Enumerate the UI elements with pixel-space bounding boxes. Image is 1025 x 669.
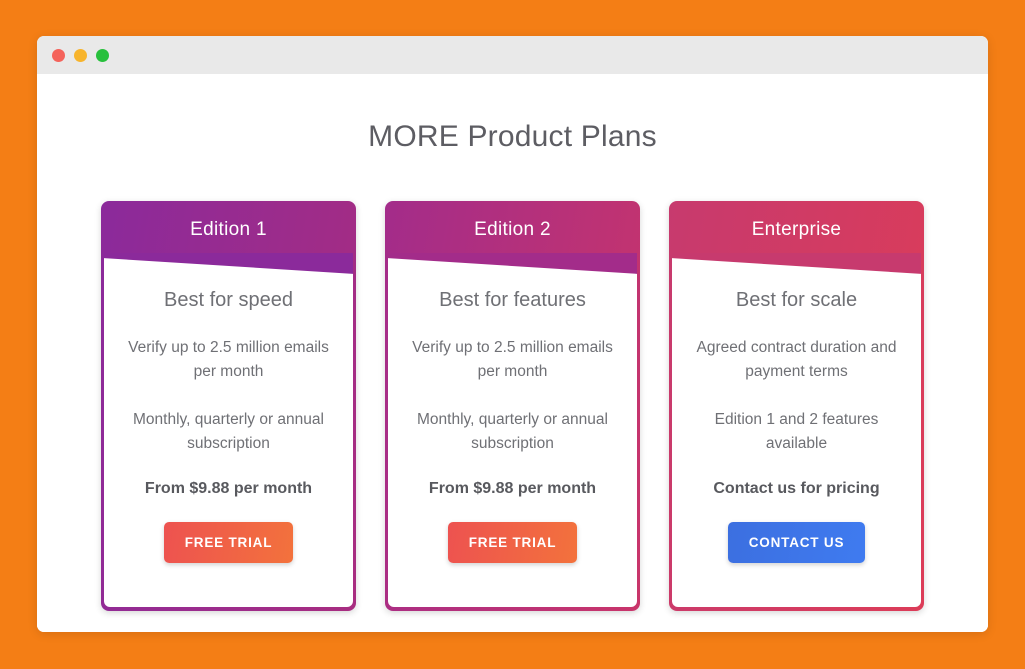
page-title: MORE Product Plans	[368, 120, 657, 153]
plan-feature-1: Verify up to 2.5 million emails per mont…	[412, 339, 613, 380]
page-content: MORE Product Plans Edition 1 Best for sp…	[37, 74, 988, 632]
free-trial-button[interactable]: FREE TRIAL	[447, 522, 578, 563]
plan-card-enterprise[interactable]: Enterprise Best for scale Agreed contrac…	[669, 201, 924, 611]
minimize-window-button[interactable]	[74, 48, 87, 62]
plan-feature-1: Verify up to 2.5 million emails per mont…	[128, 339, 329, 380]
plan-title: Edition 2	[474, 219, 551, 240]
plan-body-inner: Best for scale Agreed contract duration …	[672, 253, 921, 607]
plan-price: From $9.88 per month	[144, 480, 313, 497]
plan-feature-2: Edition 1 and 2 features available	[714, 411, 879, 452]
angled-divider-shape	[672, 253, 921, 274]
window-titlebar	[37, 36, 988, 74]
plan-body-inner: Best for speed Verify up to 2.5 million …	[104, 253, 353, 607]
plan-header-enterprise: Enterprise	[672, 204, 921, 256]
plan-header-edition2: Edition 2	[388, 204, 637, 256]
angled-divider-shape	[388, 253, 637, 274]
pricing-plans-row: Edition 1 Best for speed Verify up to 2.…	[37, 201, 988, 611]
plan-tagline: Best for scale	[735, 289, 858, 311]
angled-divider-shape	[104, 253, 353, 274]
maximize-window-button[interactable]	[96, 48, 109, 62]
plan-price: Contact us for pricing	[713, 480, 880, 497]
contact-us-button[interactable]: CONTACT US	[727, 522, 866, 563]
plan-body-inner: Best for features Verify up to 2.5 milli…	[388, 253, 637, 607]
plan-body-edition2: Best for features Verify up to 2.5 milli…	[388, 253, 637, 607]
plan-title: Enterprise	[751, 219, 842, 240]
plan-card-edition2[interactable]: Edition 2 Best for features Verify up to…	[385, 201, 640, 611]
plan-header-edition1: Edition 1	[104, 204, 353, 256]
plan-feature-1: Agreed contract duration and payment ter…	[696, 339, 897, 380]
plan-title: Edition 1	[190, 219, 267, 240]
plan-tagline: Best for features	[439, 289, 586, 311]
plan-body-enterprise: Best for scale Agreed contract duration …	[672, 253, 921, 607]
plan-body-edition1: Best for speed Verify up to 2.5 million …	[104, 253, 353, 607]
browser-window: MORE Product Plans Edition 1 Best for sp…	[37, 36, 988, 632]
free-trial-button[interactable]: FREE TRIAL	[163, 522, 294, 563]
close-window-button[interactable]	[52, 48, 65, 62]
plan-feature-2: Monthly, quarterly or annual subscriptio…	[417, 411, 608, 452]
plan-card-edition1[interactable]: Edition 1 Best for speed Verify up to 2.…	[101, 201, 356, 611]
plan-price: From $9.88 per month	[428, 480, 597, 497]
plan-tagline: Best for speed	[164, 289, 293, 311]
plan-feature-2: Monthly, quarterly or annual subscriptio…	[133, 411, 324, 452]
